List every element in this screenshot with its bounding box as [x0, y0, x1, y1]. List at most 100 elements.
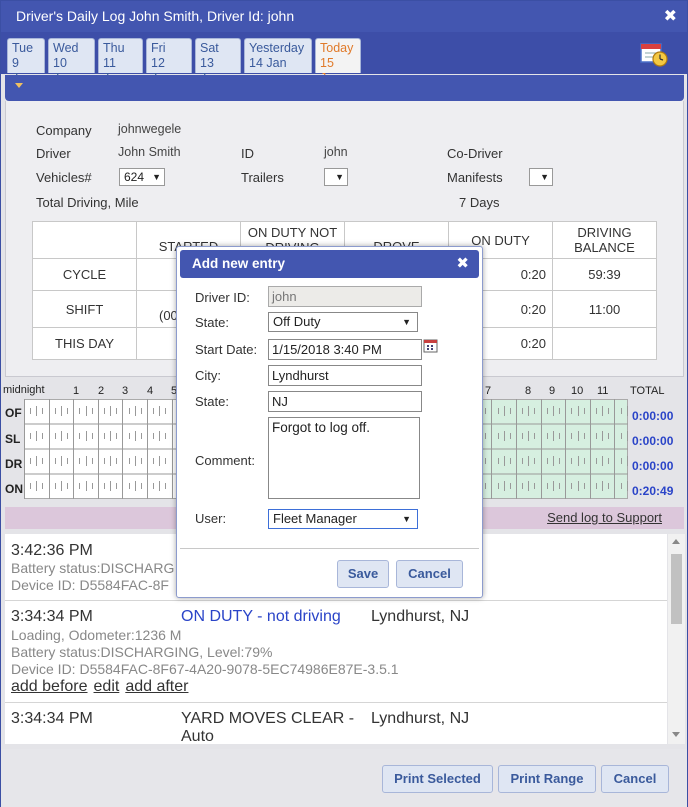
- city-field[interactable]: Lyndhurst: [268, 365, 422, 386]
- state-field[interactable]: NJ: [268, 391, 422, 412]
- entry-detail: Device ID: D5584FAC-8F: [11, 577, 169, 593]
- entry-detail: Battery status:DISCHARG: [11, 560, 175, 576]
- trailers-select[interactable]: ▼: [324, 168, 348, 186]
- row-code: OF: [5, 406, 22, 420]
- calendar-icon[interactable]: [423, 338, 438, 353]
- row-label: CYCLE: [32, 258, 137, 291]
- tab-thu[interactable]: Thu11 Jan: [98, 38, 143, 85]
- id-value: john: [324, 145, 348, 159]
- days-value: 7 Days: [459, 195, 500, 210]
- scroll-down-icon[interactable]: [672, 732, 680, 737]
- tab-tue[interactable]: Tue9 Jan: [7, 38, 45, 85]
- start-date-label: Start Date:: [195, 342, 258, 357]
- tab-today[interactable]: Today15 Jan: [315, 38, 361, 85]
- hour-label: 7: [485, 385, 492, 397]
- trailers-label: Trailers: [241, 170, 284, 185]
- manifests-select[interactable]: ▼: [529, 168, 553, 186]
- state-select[interactable]: Off Duty ▼: [268, 312, 418, 332]
- user-label: User:: [195, 511, 227, 526]
- entry-status-cont: Auto: [181, 728, 214, 744]
- entry-time: 3:34:34 PM: [11, 710, 93, 727]
- collapse-arrow-icon[interactable]: [15, 83, 23, 88]
- vehicles-label: Vehicles#: [36, 170, 92, 185]
- driver-value: John Smith: [118, 145, 181, 159]
- tab-wed[interactable]: Wed10 Jan: [48, 38, 95, 85]
- company-value: johnwegele: [118, 122, 182, 136]
- list-item[interactable]: 3:34:34 PM YARD MOVES CLEAR - Auto Lyndh…: [5, 703, 667, 744]
- row-label: THIS DAY: [32, 327, 137, 360]
- user-select[interactable]: Fleet Manager ▼: [268, 509, 418, 529]
- chevron-down-icon: ▼: [152, 172, 161, 182]
- hour-label: 3: [122, 385, 129, 397]
- driver-label: Driver: [36, 146, 71, 161]
- edit-link[interactable]: edit: [94, 678, 120, 695]
- row-total: 0:20:49: [632, 484, 674, 498]
- entry-status: YARD MOVES CLEAR -: [181, 710, 355, 727]
- tab-day: Wed: [53, 41, 79, 55]
- hour-label: 11: [597, 385, 609, 397]
- add-entry-dialog: Add new entry ✖ Driver ID: john State: O…: [176, 246, 483, 598]
- dialog-title: Add new entry: [192, 256, 286, 271]
- driving-balance-value: 11:00: [552, 290, 657, 328]
- comment-textarea[interactable]: Forgot to log off.: [268, 417, 420, 499]
- tab-day: Yesterday: [249, 41, 305, 55]
- collapse-bar[interactable]: [5, 75, 684, 101]
- manifests-label: Manifests: [447, 170, 503, 185]
- col-header: DRIVING BALANCE: [552, 221, 657, 259]
- hour-label: 9: [549, 385, 556, 397]
- row-code: DR: [5, 457, 23, 471]
- start-date-field[interactable]: 1/15/2018 3:40 PM: [268, 339, 422, 360]
- entry-location: Lyndhurst, NJ: [371, 710, 470, 727]
- close-icon[interactable]: ✖: [456, 250, 469, 278]
- window-titlebar: Driver's Daily Log John Smith, Driver Id…: [1, 1, 687, 32]
- codriver-label: Co-Driver: [447, 146, 503, 161]
- tab-date: 14 Jan: [249, 56, 287, 70]
- state-label: State:: [195, 315, 229, 330]
- state2-label: State:: [195, 394, 229, 409]
- close-icon[interactable]: ✖: [664, 1, 677, 32]
- row-code: ON: [5, 482, 23, 496]
- row-label: SHIFT: [32, 290, 137, 328]
- dialog-cancel-button[interactable]: Cancel: [396, 560, 463, 588]
- hour-label: 1: [73, 385, 80, 397]
- print-range-button[interactable]: Print Range: [498, 765, 596, 793]
- driving-balance-value: [552, 327, 657, 360]
- state-value: Off Duty: [273, 314, 321, 329]
- row-total: 0:00:00: [632, 459, 674, 473]
- hour-label: 8: [525, 385, 532, 397]
- hour-label: 10: [571, 385, 584, 397]
- comment-label: Comment:: [195, 453, 255, 468]
- entry-location: Lyndhurst, NJ: [371, 608, 470, 625]
- log-scrollbar[interactable]: [668, 534, 685, 744]
- save-button[interactable]: Save: [337, 560, 389, 588]
- scroll-thumb[interactable]: [671, 554, 682, 624]
- chevron-down-icon: ▼: [335, 172, 344, 182]
- add-after-link[interactable]: add after: [125, 678, 188, 695]
- tab-day: Sat: [200, 41, 219, 55]
- company-label: Company: [36, 123, 92, 138]
- chevron-down-icon: ▼: [402, 317, 411, 327]
- id-label: ID: [241, 146, 254, 161]
- calendar-clock-icon[interactable]: [639, 40, 669, 68]
- tab-day: Fri: [151, 41, 166, 55]
- dialog-titlebar: Add new entry ✖: [180, 250, 479, 278]
- tab-fri[interactable]: Fri12 Jan: [146, 38, 192, 85]
- vehicles-select[interactable]: 624 ▼: [119, 168, 165, 186]
- add-before-link[interactable]: add before: [11, 678, 88, 695]
- driver-id-field: john: [268, 286, 422, 307]
- chevron-down-icon: ▼: [540, 172, 549, 182]
- print-selected-button[interactable]: Print Selected: [382, 765, 493, 793]
- entry-status: ON DUTY - not driving: [181, 608, 341, 625]
- entry-detail: Loading, Odometer:1236 M: [11, 627, 182, 643]
- send-log-support-link[interactable]: Send log to Support: [547, 510, 662, 525]
- entry-actions: add before edit add after: [11, 678, 194, 696]
- scroll-up-icon[interactable]: [672, 539, 680, 544]
- tab-day: Today: [320, 41, 354, 55]
- cancel-button[interactable]: Cancel: [601, 765, 669, 793]
- day-tabs: Tue9 Jan Wed10 Jan Thu11 Jan Fri12 Jan S…: [1, 32, 687, 85]
- graph-start-label: midnight: [3, 384, 45, 396]
- tab-sat[interactable]: Sat13 Jan: [195, 38, 241, 85]
- hour-label: 2: [98, 385, 105, 397]
- list-item[interactable]: 3:34:34 PM ON DUTY - not driving Lyndhur…: [5, 601, 667, 703]
- tab-yesterday[interactable]: Yesterday 14 Jan: [244, 38, 312, 73]
